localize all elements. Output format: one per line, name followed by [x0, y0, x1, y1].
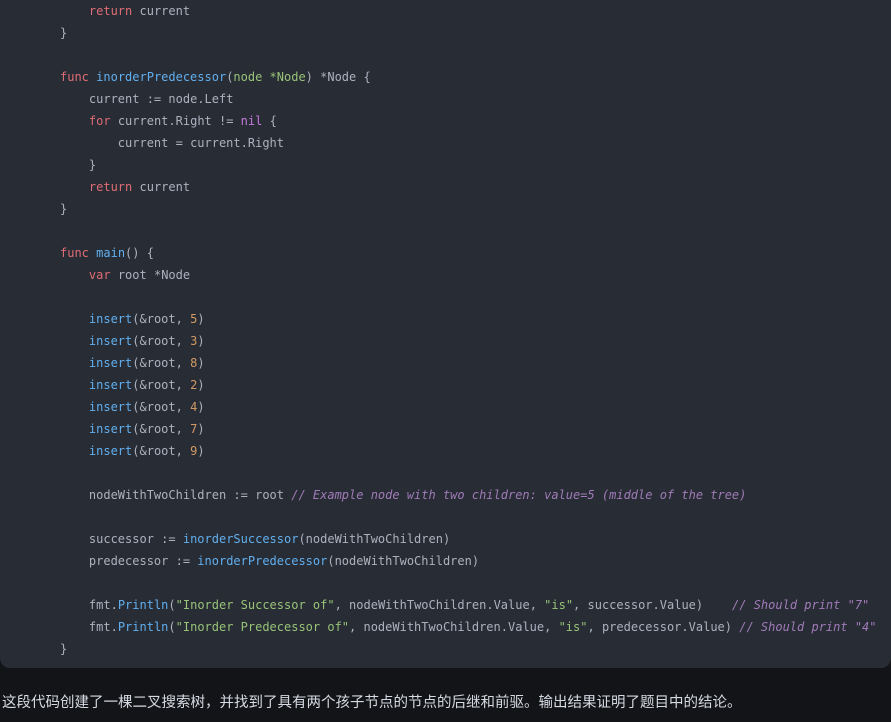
prose-paragraph-1: 这段代码创建了一棵二叉搜索树，并找到了具有两个孩子节点的节点的后继和前驱。输出结… — [2, 695, 742, 711]
code-line: } — [60, 202, 68, 216]
prose-paragraph-2: 如果您对此有任何疑问，请随时告诉我。 — [0, 717, 891, 722]
code-line: fmt.Println("Inorder Successor of", node… — [88, 598, 870, 612]
code-line: var root *Node — [88, 268, 191, 282]
code-line: func main() { — [60, 246, 154, 260]
code-line: nodeWithTwoChildren := root // Example n… — [88, 488, 747, 502]
code-line: } — [60, 642, 68, 656]
code-line: insert(&root, 3) — [88, 334, 205, 348]
assistant-prose: 这段代码创建了一棵二叉搜索树，并找到了具有两个孩子节点的节点的后继和前驱。输出结… — [0, 668, 891, 722]
code-line: insert(&root, 2) — [88, 378, 205, 392]
code-line: insert(&root, 9) — [88, 444, 205, 458]
code-line: } — [60, 158, 97, 172]
code-line: for current.Right != nil { — [88, 114, 277, 128]
code-line: insert(&root, 7) — [88, 422, 205, 436]
code-content: return current} func inorderPredecessor(… — [0, 0, 891, 660]
code-line: predecessor := inorderPredecessor(nodeWi… — [88, 554, 480, 568]
code-line: successor := inorderSuccessor(nodeWithTw… — [88, 532, 451, 546]
code-line: current = current.Right — [117, 136, 284, 150]
page-root: return current} func inorderPredecessor(… — [0, 0, 891, 722]
code-line: return current — [88, 180, 191, 194]
code-line: func inorderPredecessor(node *Node) *Nod… — [60, 70, 371, 84]
code-line: insert(&root, 5) — [88, 312, 205, 326]
code-line: fmt.Println("Inorder Predecessor of", no… — [88, 620, 877, 634]
code-line: current := node.Left — [88, 92, 234, 106]
code-scroll-area[interactable]: return current} func inorderPredecessor(… — [0, 0, 891, 668]
code-block: return current} func inorderPredecessor(… — [0, 0, 891, 668]
code-line: insert(&root, 8) — [88, 356, 205, 370]
code-line: return current — [88, 4, 191, 18]
code-line: } — [60, 26, 68, 40]
code-line: insert(&root, 4) — [88, 400, 205, 414]
